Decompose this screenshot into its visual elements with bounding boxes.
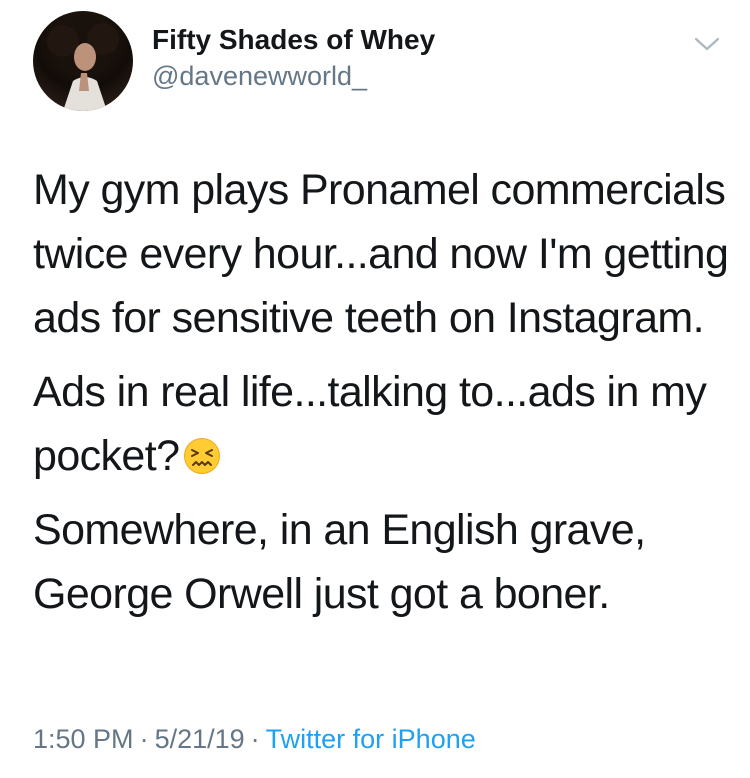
tweet-time[interactable]: 1:50 PM [33,724,134,754]
tweet-date[interactable]: 5/21/19 [155,724,245,754]
tweet-paragraph-text: Ads in real life...talking to...ads in m… [33,368,707,480]
meta-separator: · [139,724,149,754]
confounded-face-emoji-icon [183,429,221,474]
tweet-source-link[interactable]: Twitter for iPhone [266,724,476,754]
meta-separator: · [250,724,260,754]
tweet-header: Fifty Shades of Whey @davenewworld_ [0,0,750,130]
tweet-paragraph: Ads in real life...talking to...ads in m… [33,360,733,488]
tweet-paragraph: Somewhere, in an English grave, George O… [33,506,646,618]
tweet-meta: 1:50 PM · 5/21/19 · Twitter for iPhone [33,724,476,755]
tweet-paragraph: My gym plays Pronamel commercials twice … [33,166,729,342]
user-handle[interactable]: @davenewworld_ [152,61,367,92]
tweet-text: My gym plays Pronamel commercials twice … [33,158,733,636]
display-name[interactable]: Fifty Shades of Whey [152,24,435,56]
avatar-photo-icon [33,11,133,111]
chevron-down-icon[interactable] [694,34,720,54]
avatar[interactable] [33,11,133,111]
